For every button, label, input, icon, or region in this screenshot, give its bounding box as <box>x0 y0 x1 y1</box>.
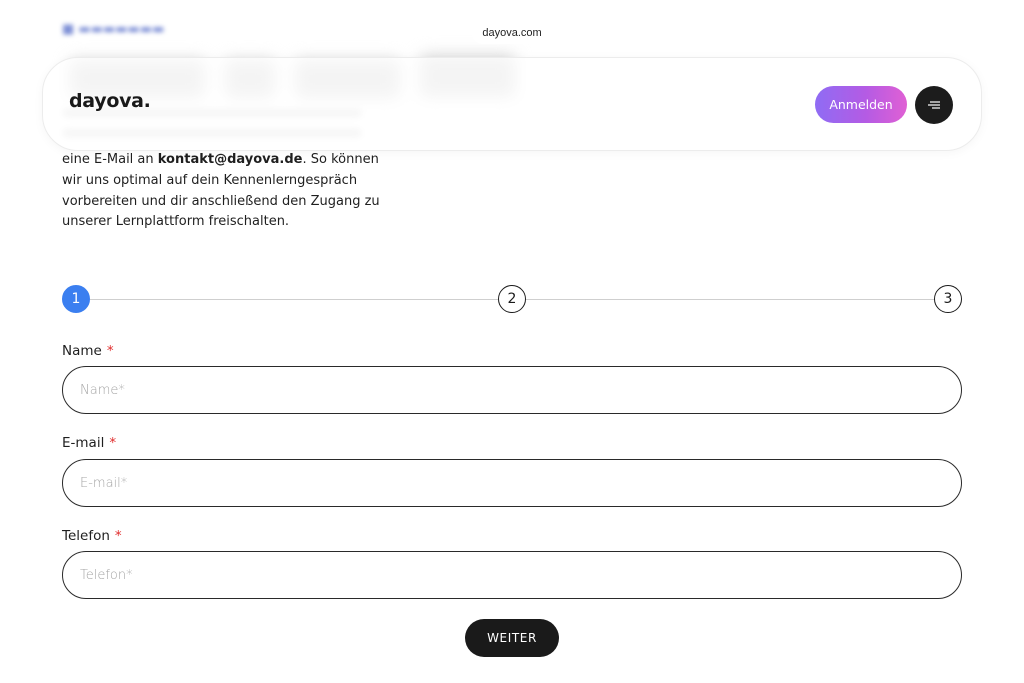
stepper-line <box>526 299 934 300</box>
contact-email[interactable]: kontakt@dayova.de <box>158 152 303 167</box>
phone-label: Telefon * <box>62 528 122 544</box>
login-button[interactable]: Anmelden <box>815 86 907 123</box>
required-mark: * <box>114 528 122 544</box>
url-bar[interactable]: dayova.com <box>472 22 552 44</box>
logo[interactable]: dayova. <box>69 90 151 112</box>
intro-text-before: eine E-Mail an <box>62 152 158 167</box>
menu-icon <box>928 101 940 109</box>
site-header: dayova. Anmelden <box>42 57 982 151</box>
menu-button[interactable] <box>915 86 953 124</box>
email-label-text: E-mail <box>62 435 105 451</box>
next-button[interactable]: WEITER <box>465 619 559 657</box>
phone-input[interactable] <box>62 551 962 599</box>
email-input[interactable] <box>62 459 962 507</box>
email-label: E-mail * <box>62 435 116 451</box>
required-mark: * <box>106 343 114 359</box>
stepper-line <box>90 299 498 300</box>
intro-text: eine E-Mail an kontakt@dayova.de. So kön… <box>62 150 392 233</box>
form-stepper: 1 2 3 <box>62 285 962 315</box>
step-1[interactable]: 1 <box>62 285 90 313</box>
blurred-text: ■ ▬▬▬▬▬▬▬ <box>62 22 165 37</box>
name-label: Name * <box>62 343 114 359</box>
phone-label-text: Telefon <box>62 528 110 544</box>
name-label-text: Name <box>62 343 102 359</box>
name-input[interactable] <box>62 366 962 414</box>
step-2[interactable]: 2 <box>498 285 526 313</box>
required-mark: * <box>109 435 117 451</box>
step-3[interactable]: 3 <box>934 285 962 313</box>
